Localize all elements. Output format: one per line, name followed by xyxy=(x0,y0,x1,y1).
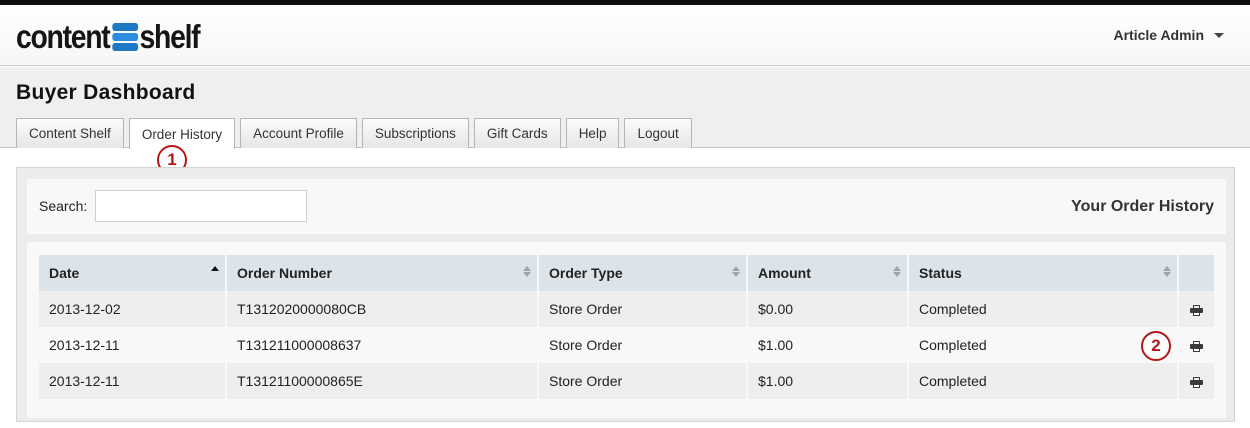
page-title: Buyer Dashboard xyxy=(16,81,196,104)
cell-date: 2013-12-11 xyxy=(39,363,227,399)
dashboard-tabs: Content Shelf Order History Account Prof… xyxy=(16,118,692,149)
sort-icon xyxy=(893,266,901,277)
sort-ascending-icon xyxy=(211,266,219,277)
app-header: content shelf Article Admin xyxy=(0,5,1250,66)
column-header-amount[interactable]: Amount xyxy=(747,255,909,291)
orders-table: Date Order Number Order Type Amount Stat… xyxy=(39,255,1214,399)
cell-status: Completed xyxy=(908,291,1179,327)
user-menu-button[interactable]: Article Admin xyxy=(1113,27,1224,43)
cell-order-number: T131211000008637 xyxy=(226,327,539,363)
column-header-status[interactable]: Status xyxy=(908,255,1179,291)
dashboard-titlebar: Buyer Dashboard Content Shelf Order Hist… xyxy=(0,67,1250,149)
column-header-label: Status xyxy=(919,265,962,281)
cell-action xyxy=(1178,327,1214,363)
tab-logout[interactable]: Logout xyxy=(624,118,692,148)
search-label: Search: xyxy=(39,198,88,214)
cell-order-type: Store Order xyxy=(538,327,748,363)
column-header-label: Amount xyxy=(758,265,811,281)
annotation-marker-2: 2 xyxy=(1141,331,1171,361)
column-header-label: Order Number xyxy=(237,265,332,281)
panel-heading: Your Order History xyxy=(1071,198,1214,215)
tab-order-history[interactable]: Order History xyxy=(128,118,236,149)
cell-order-number: T1312020000080CB xyxy=(226,291,539,327)
cell-order-type: Store Order xyxy=(538,291,748,327)
sort-icon xyxy=(732,266,740,277)
column-header-order-number[interactable]: Order Number xyxy=(226,255,539,291)
logo-shelf-icon xyxy=(112,22,138,52)
user-menu-label: Article Admin xyxy=(1113,27,1205,43)
search-bar: Search: Your Order History xyxy=(27,179,1226,234)
print-icon[interactable] xyxy=(1190,304,1203,316)
table-row[interactable]: 2013-12-02 T1312020000080CB Store Order … xyxy=(39,291,1214,327)
tab-gift-cards[interactable]: Gift Cards xyxy=(473,118,561,148)
cell-order-number: T13121100000865E xyxy=(226,363,539,399)
cell-status: Completed xyxy=(908,327,1179,363)
logo-text-left: content xyxy=(16,18,111,55)
sort-icon xyxy=(1163,266,1171,277)
search-input[interactable] xyxy=(95,190,307,222)
column-header-actions xyxy=(1178,255,1214,291)
table-row[interactable]: 2013-12-11 T131211000008637 Store Order … xyxy=(39,327,1214,363)
caret-down-icon xyxy=(1214,32,1224,38)
table-row[interactable]: 2013-12-11 T13121100000865E Store Order … xyxy=(39,363,1214,399)
cell-date: 2013-12-02 xyxy=(39,291,227,327)
cell-order-type: Store Order xyxy=(538,363,748,399)
tab-help[interactable]: Help xyxy=(565,118,620,148)
column-header-order-type[interactable]: Order Type xyxy=(538,255,748,291)
cell-status: Completed xyxy=(908,363,1179,399)
column-header-label: Date xyxy=(49,265,80,281)
cell-amount: $1.00 xyxy=(747,327,909,363)
cell-action xyxy=(1178,291,1214,327)
tab-content-shelf[interactable]: Content Shelf xyxy=(16,118,124,148)
print-icon[interactable] xyxy=(1190,340,1203,352)
cell-amount: $1.00 xyxy=(747,363,909,399)
sort-icon xyxy=(523,266,531,277)
orders-table-container: Date Order Number Order Type Amount Stat… xyxy=(27,242,1226,418)
order-history-panel: Search: Your Order History Date Order Nu… xyxy=(16,167,1235,422)
cell-action xyxy=(1178,363,1214,399)
tab-subscriptions[interactable]: Subscriptions xyxy=(361,118,469,148)
print-icon[interactable] xyxy=(1190,376,1203,388)
table-header-row: Date Order Number Order Type Amount Stat… xyxy=(39,255,1214,291)
column-header-date[interactable]: Date xyxy=(39,255,227,291)
cell-date: 2013-12-11 xyxy=(39,327,227,363)
tab-account-profile[interactable]: Account Profile xyxy=(240,118,357,148)
cell-amount: $0.00 xyxy=(747,291,909,327)
logo-text-right: shelf xyxy=(139,18,201,55)
column-header-label: Order Type xyxy=(549,265,623,281)
content-shelf-logo[interactable]: content shelf xyxy=(16,17,201,57)
